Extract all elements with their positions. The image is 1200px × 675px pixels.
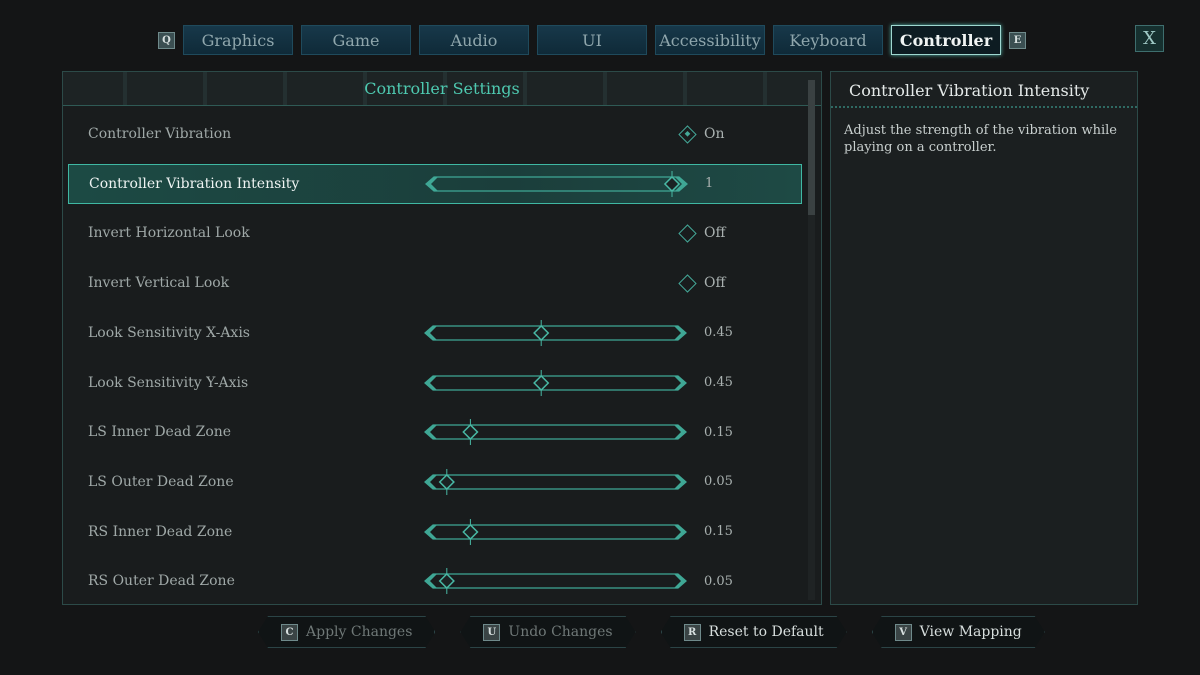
increase-arrow-icon — [674, 574, 686, 589]
toggle-value: Off — [704, 275, 726, 292]
decrease-arrow-icon — [425, 574, 437, 589]
setting-row[interactable]: LS Inner Dead Zone 0.15 — [68, 412, 802, 452]
description-panel: Controller Vibration Intensity Adjust th… — [830, 71, 1138, 605]
slider[interactable] — [413, 319, 698, 346]
increase-arrow-icon — [674, 474, 686, 489]
decrease-arrow-icon — [425, 425, 437, 440]
increase-arrow-icon — [674, 425, 686, 440]
tab-keyboard[interactable]: Keyboard — [773, 25, 883, 55]
setting-label: Look Sensitivity X-Axis — [88, 324, 250, 341]
key-hint: U — [483, 624, 500, 641]
decrease-arrow-icon — [425, 325, 437, 340]
decrease-arrow-icon — [425, 524, 437, 539]
slider[interactable] — [413, 568, 698, 595]
slider-thumb — [462, 419, 479, 446]
prev-tab-key[interactable]: Q — [158, 31, 175, 49]
setting-label: RS Outer Dead Zone — [88, 573, 235, 590]
panel-title: Controller Settings — [63, 72, 821, 106]
slider[interactable] — [413, 419, 698, 446]
diamond-toggle-icon — [678, 224, 697, 243]
key-hint: C — [281, 624, 298, 641]
slider-value: 0.15 — [704, 424, 733, 440]
slider-thumb — [438, 468, 455, 495]
slider-thumb — [533, 369, 550, 396]
controller-settings-panel: Controller Settings Controller Vibration… — [62, 71, 822, 605]
tab-game[interactable]: Game — [301, 25, 411, 55]
close-button[interactable]: X — [1135, 25, 1164, 52]
tab-accessibility[interactable]: Accessibility — [655, 25, 765, 55]
decrease-arrow-icon — [426, 176, 438, 191]
setting-label: Controller Vibration — [88, 126, 232, 142]
slider-value: 1 — [705, 176, 714, 192]
slider[interactable] — [413, 518, 698, 545]
next-tab-key[interactable]: E — [1009, 31, 1026, 49]
settings-tabs: Q Graphics Game Audio UI Accessibility Keyboar… — [158, 25, 1026, 55]
slider-thumb — [462, 518, 479, 545]
setting-row[interactable]: Invert Horizontal Look Off — [68, 213, 802, 253]
toggle-value: On — [704, 126, 725, 142]
increase-arrow-icon — [674, 375, 686, 390]
setting-label: Invert Vertical Look — [88, 275, 230, 292]
footer-buttons: C Apply Changes U Undo Changes R Reset to Def… — [258, 616, 1045, 648]
tab-ui[interactable]: UI — [537, 25, 647, 55]
tab-controller[interactable]: Controller — [891, 25, 1001, 55]
description-title: Controller Vibration Intensity — [831, 72, 1137, 108]
setting-label: LS Inner Dead Zone — [88, 424, 232, 441]
setting-label: LS Outer Dead Zone — [88, 473, 234, 490]
slider-value: 0.45 — [704, 375, 733, 390]
key-hint: R — [684, 624, 701, 641]
key-hint: V — [895, 624, 912, 641]
decrease-arrow-icon — [425, 375, 437, 390]
slider-thumb — [663, 170, 681, 197]
tab-graphics[interactable]: Graphics — [183, 25, 293, 55]
apply-changes-button[interactable]: C Apply Changes — [258, 616, 435, 648]
slider-value: 0.45 — [704, 325, 733, 341]
increase-arrow-icon — [674, 325, 686, 340]
setting-label: Controller Vibration Intensity — [89, 175, 300, 192]
undo-changes-button[interactable]: U Undo Changes — [460, 616, 635, 648]
setting-label: Invert Horizontal Look — [88, 225, 250, 242]
toggle[interactable]: On — [678, 124, 725, 144]
diamond-toggle-icon — [678, 273, 697, 293]
button-label: Undo Changes — [508, 624, 613, 640]
toggle[interactable]: Off — [678, 224, 726, 243]
slider-value: 0.05 — [704, 573, 733, 589]
toggle[interactable]: Off — [678, 273, 726, 293]
slider[interactable] — [414, 170, 699, 197]
setting-row[interactable]: Look Sensitivity Y-Axis 0.45 — [68, 363, 802, 403]
setting-row[interactable]: LS Outer Dead Zone 0.05 — [68, 462, 802, 502]
increase-arrow-icon — [674, 524, 686, 539]
setting-row[interactable]: RS Inner Dead Zone 0.15 — [68, 512, 802, 552]
setting-label: RS Inner Dead Zone — [88, 523, 233, 540]
button-label: View Mapping — [919, 624, 1022, 640]
view-mapping-button[interactable]: V View Mapping — [872, 616, 1045, 648]
setting-row[interactable]: Invert Vertical Look Off — [68, 263, 802, 303]
scrollbar-thumb[interactable] — [808, 80, 815, 215]
setting-label: Look Sensitivity Y-Axis — [88, 374, 249, 391]
slider-value: 0.15 — [704, 524, 733, 540]
slider-thumb — [438, 568, 455, 595]
setting-row[interactable]: Look Sensitivity X-Axis 0.45 — [68, 313, 802, 353]
button-label: Apply Changes — [306, 624, 413, 640]
slider[interactable] — [413, 468, 698, 495]
slider-thumb — [533, 319, 550, 346]
setting-row[interactable]: RS Outer Dead Zone 0.05 — [68, 561, 802, 601]
scrollbar[interactable] — [808, 80, 815, 600]
toggle-value: Off — [704, 225, 726, 242]
decrease-arrow-icon — [425, 474, 437, 489]
setting-row[interactable]: Controller Vibration On — [68, 114, 802, 154]
slider-value: 0.05 — [704, 474, 733, 490]
tab-audio[interactable]: Audio — [419, 25, 529, 55]
setting-row[interactable]: Controller Vibration Intensity 1 — [68, 163, 802, 204]
diamond-toggle-icon — [678, 124, 697, 144]
description-text: Adjust the strength of the vibration whi… — [844, 123, 1117, 155]
slider[interactable] — [413, 369, 698, 396]
button-label: Reset to Default — [708, 624, 824, 640]
reset-to-default-button[interactable]: R Reset to Default — [661, 616, 847, 648]
